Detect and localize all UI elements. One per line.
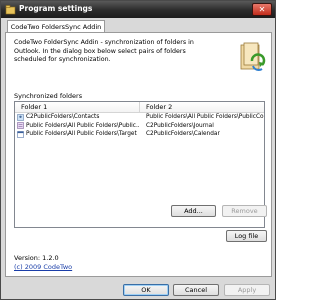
close-button[interactable]: ✕	[252, 3, 272, 16]
column-header-folder-1[interactable]: Folder 1	[15, 102, 140, 112]
log-file-button[interactable]: Log file	[226, 230, 267, 242]
calendar-folder-icon	[17, 131, 24, 138]
version-text: Version: 1.2.0	[14, 254, 59, 262]
window-title: Program settings	[19, 4, 93, 13]
folder-1-path: C2PublicFolders\Contacts	[26, 114, 100, 120]
folder-sync-icon	[240, 42, 266, 72]
ok-button[interactable]: OK	[123, 284, 169, 296]
table-row[interactable]: Public Folders\All Public Folders\Public…	[15, 122, 264, 131]
copyright-link[interactable]: (c) 2009 CodeTwo	[14, 263, 72, 271]
folder-2-path: Public Folders\All Public Folders\Public…	[146, 114, 264, 120]
list-header: Folder 1 Folder 2	[15, 102, 264, 113]
synchronized-folders-label: Synchronized folders	[14, 92, 83, 100]
folder-1-cell: Public Folders\All Public Folders\Target	[15, 130, 140, 139]
contacts-folder-icon	[17, 114, 24, 121]
folder-2-path: C2PublicFolders\Journal	[146, 122, 214, 129]
table-row[interactable]: C2PublicFolders\Contacts Public Folders\…	[15, 113, 264, 122]
add-button[interactable]: Add...	[171, 205, 216, 217]
journal-folder-icon	[17, 122, 24, 129]
folder-1-cell: C2PublicFolders\Contacts	[15, 113, 140, 122]
remove-button[interactable]: Remove	[222, 205, 267, 217]
settings-panel: CodeTwo FolderSync Addin - synchronizati…	[5, 32, 272, 277]
folder-1-path: Public Folders\All Public Folders\Target	[26, 131, 137, 137]
folder-2-path: C2PublicFolders\Calendar	[146, 131, 220, 137]
folder-1-cell: Public Folders\All Public Folders\Public…	[15, 122, 140, 131]
description-text: CodeTwo FolderSync Addin - synchronizati…	[14, 39, 194, 63]
app-icon	[5, 5, 16, 15]
program-settings-window: Program settings ✕ CodeTwo FoldersSync A…	[0, 0, 276, 300]
folder-1-path: Public Folders\All Public Folders\Public…	[26, 122, 140, 129]
title-bar[interactable]: Program settings ✕	[1, 1, 275, 18]
table-row[interactable]: Public Folders\All Public Folders\Target…	[15, 130, 264, 139]
apply-button[interactable]: Apply	[224, 284, 270, 296]
column-header-folder-2[interactable]: Folder 2	[140, 102, 264, 112]
cancel-button[interactable]: Cancel	[173, 284, 219, 296]
